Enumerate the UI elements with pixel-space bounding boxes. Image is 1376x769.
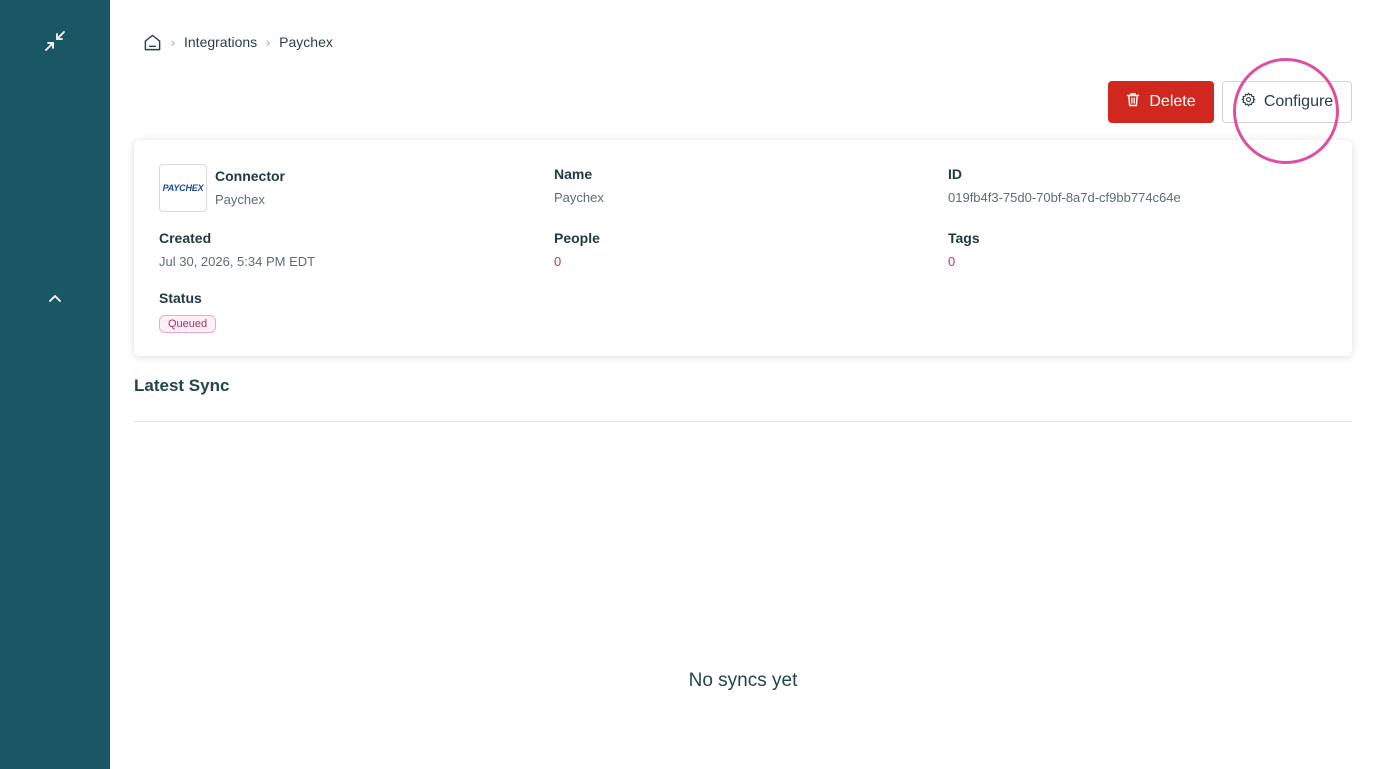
status-badge: Queued — [159, 315, 217, 333]
id-value: 019fb4f3-75d0-70bf-8a7d-cf9bb774c64e — [948, 190, 1181, 205]
sidebar — [0, 0, 110, 769]
id-field: ID 019fb4f3-75d0-70bf-8a7d-cf9bb774c64e — [948, 166, 1181, 205]
connector-label: Connector — [215, 168, 285, 184]
connector-value: Paychex — [215, 192, 265, 207]
chevron-up-icon[interactable] — [41, 285, 69, 313]
home-icon[interactable] — [142, 32, 162, 52]
breadcrumb-separator: › — [170, 34, 176, 50]
collapse-arrows-icon[interactable] — [41, 27, 69, 55]
tags-count-link[interactable]: 0 — [948, 254, 980, 269]
breadcrumb: › Integrations › Paychex — [142, 30, 333, 54]
connector-field: Connector Paychex — [215, 168, 285, 207]
delete-button-label: Delete — [1149, 93, 1196, 110]
name-value: Paychex — [554, 190, 604, 205]
main-content: › Integrations › Paychex Delete Configur… — [110, 0, 1376, 769]
tags-field: Tags 0 — [948, 230, 980, 269]
paychex-logo: PAYCHEX — [159, 164, 207, 212]
people-label: People — [554, 230, 600, 246]
people-field: People 0 — [554, 230, 600, 269]
breadcrumb-item-integrations[interactable]: Integrations — [184, 34, 257, 50]
connector-details-card: PAYCHEX Connector Paychex Name Paychex I… — [134, 140, 1352, 356]
section-divider — [134, 421, 1352, 422]
status-field: Status Queued — [159, 290, 217, 333]
breadcrumb-separator: › — [266, 34, 271, 50]
latest-sync-title: Latest Sync — [134, 376, 230, 395]
configure-button-label: Configure — [1263, 93, 1334, 110]
people-count-link[interactable]: 0 — [554, 254, 600, 269]
created-field: Created Jul 30, 2026, 5:34 PM EDT — [159, 230, 315, 269]
trash-icon — [1126, 92, 1140, 112]
delete-button[interactable]: Delete — [1108, 81, 1214, 123]
name-field: Name Paychex — [554, 166, 604, 205]
tags-label: Tags — [948, 230, 980, 246]
created-label: Created — [159, 230, 212, 246]
id-label: ID — [948, 166, 962, 182]
created-value: Jul 30, 2026, 5:34 PM EDT — [159, 254, 316, 269]
configure-button[interactable]: Configure — [1222, 81, 1352, 123]
action-bar: Delete Configure — [1108, 81, 1352, 123]
gear-icon — [1241, 92, 1256, 112]
name-label: Name — [554, 166, 593, 182]
status-label: Status — [159, 290, 202, 306]
breadcrumb-item-current: Paychex — [279, 34, 333, 50]
empty-state-text: No syncs yet — [688, 670, 798, 691]
